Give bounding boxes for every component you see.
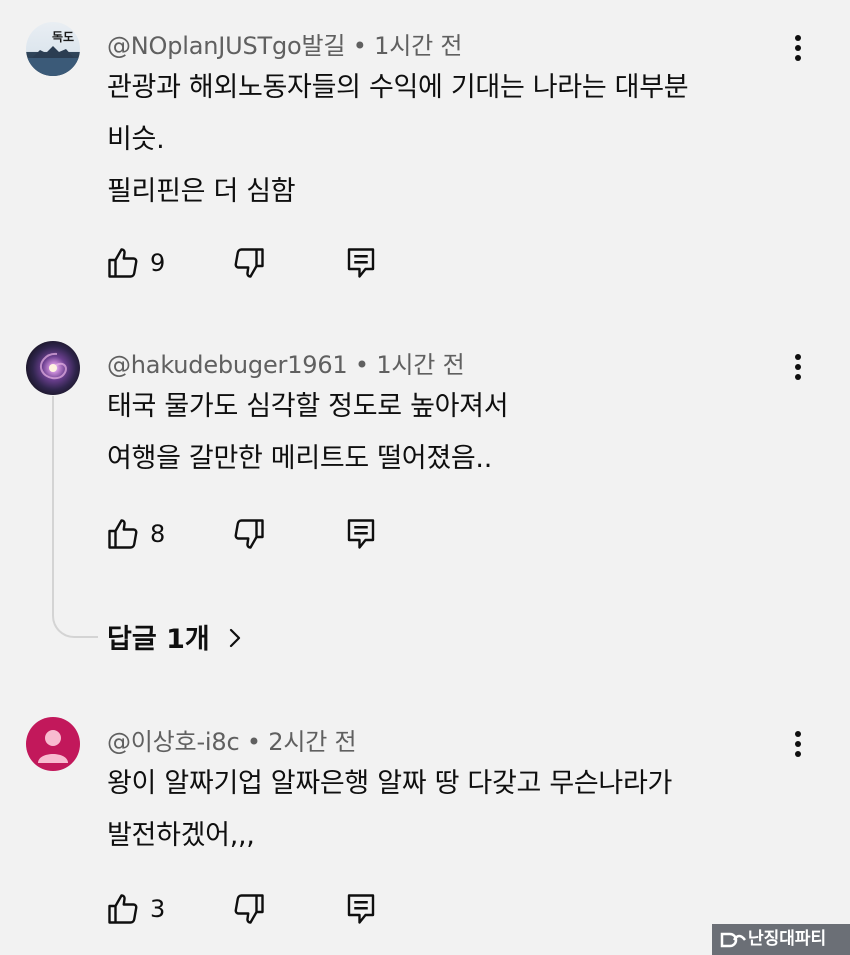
thumbs-up-icon xyxy=(108,248,138,278)
reply-thread-line xyxy=(52,396,98,638)
reply-button[interactable] xyxy=(343,516,379,552)
comment-meta: @이상호-i8c • 2시간 전 xyxy=(107,722,357,757)
avatar[interactable] xyxy=(26,341,80,395)
comment-time[interactable]: 1시간 전 xyxy=(374,32,462,60)
dislike-button[interactable] xyxy=(231,891,267,927)
view-replies-button[interactable]: 답글 1개 xyxy=(107,617,241,657)
dislike-button[interactable] xyxy=(231,516,267,552)
comment-meta: @NOplanJUSTgo발길 • 1시간 전 xyxy=(107,26,462,61)
like-count: 9 xyxy=(150,249,166,277)
chevron-right-icon xyxy=(229,628,241,648)
dislike-button[interactable] xyxy=(231,245,267,281)
comment-line: 여행을 갈만한 메리트도 떨어졌음.. xyxy=(107,443,492,474)
galaxy-avatar-icon xyxy=(40,352,67,380)
reply-button[interactable] xyxy=(343,245,379,281)
author-handle[interactable]: @이상호-i8c xyxy=(107,728,240,756)
meta-separator: • xyxy=(354,351,369,379)
replies-label: 답글 1개 xyxy=(107,624,210,655)
watermark-text: 난징대파티 xyxy=(748,929,827,949)
avatar-text: 독도 xyxy=(52,30,75,44)
more-vertical-icon[interactable] xyxy=(786,350,810,384)
like-button[interactable] xyxy=(105,245,141,281)
reply-comment-icon xyxy=(347,519,375,549)
comment-line: 발전하겠어,,, xyxy=(107,820,255,851)
comment-text: 왕이 알짜기업 알짜은행 알짜 땅 다갖고 무슨나라가 발전하겠어,,, xyxy=(107,758,672,862)
like-button[interactable] xyxy=(105,516,141,552)
author-handle[interactable]: @hakudebuger1961 xyxy=(107,351,348,379)
thumbs-up-icon xyxy=(108,519,138,549)
comment-meta: @hakudebuger1961 • 1시간 전 xyxy=(107,345,465,380)
comment-line: 왕이 알짜기업 알짜은행 알짜 땅 다갖고 무슨나라가 xyxy=(107,768,673,799)
like-button[interactable] xyxy=(105,891,141,927)
site-logo-icon xyxy=(720,932,746,948)
comment-text: 관광과 해외노동자들의 수익에 기대는 나라는 대부분 비슷. 필리핀은 더 심… xyxy=(107,62,689,218)
like-count: 8 xyxy=(150,520,166,548)
comment-line: 비슷. xyxy=(107,124,165,155)
avatar[interactable] xyxy=(26,717,80,771)
avatar[interactable]: 독도 xyxy=(26,22,80,76)
author-handle[interactable]: @NOplanJUSTgo발길 xyxy=(107,32,345,60)
thumbs-down-icon xyxy=(234,894,264,924)
site-watermark: 난징대파티 xyxy=(712,924,850,955)
meta-separator: • xyxy=(246,728,261,756)
reply-comment-icon xyxy=(347,894,375,924)
thumbs-down-icon xyxy=(234,519,264,549)
comment-line: 관광과 해외노동자들의 수익에 기대는 나라는 대부분 xyxy=(107,72,689,103)
comment-time[interactable]: 1시간 전 xyxy=(376,351,464,379)
meta-separator: • xyxy=(352,32,367,60)
more-vertical-icon[interactable] xyxy=(786,727,810,761)
comment-time[interactable]: 2시간 전 xyxy=(268,728,356,756)
reply-comment-icon xyxy=(347,248,375,278)
comment-line: 필리핀은 더 심함 xyxy=(107,176,296,207)
thumbs-down-icon xyxy=(234,248,264,278)
like-count: 3 xyxy=(150,895,166,923)
comment-line: 태국 물가도 심각할 정도로 높아져서 xyxy=(107,391,509,422)
default-user-icon xyxy=(38,730,68,763)
more-vertical-icon[interactable] xyxy=(786,31,810,65)
reply-button[interactable] xyxy=(343,891,379,927)
comment-text: 태국 물가도 심각할 정도로 높아져서 여행을 갈만한 메리트도 떨어졌음.. xyxy=(107,381,509,485)
thumbs-up-icon xyxy=(108,894,138,924)
